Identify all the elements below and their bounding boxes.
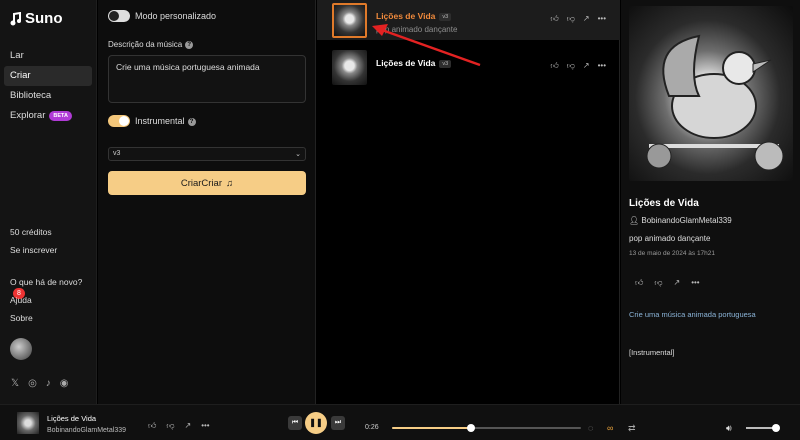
sidebar: Suno Lar Criar Biblioteca Explorar BETA 5…: [0, 0, 97, 404]
detail-user[interactable]: 👤︎ BobinandoGlamMetal339: [629, 216, 732, 225]
sidebar-item-label: Criar: [10, 70, 31, 81]
version-value: v3: [113, 150, 121, 157]
song-thumbnail[interactable]: [332, 3, 367, 38]
loading-icon: ◌: [588, 423, 594, 433]
share-icon[interactable]: ↗: [583, 61, 590, 71]
detail-title: Lições de Vida: [629, 198, 699, 209]
more-icon[interactable]: •••: [691, 278, 699, 288]
thumbs-down-icon[interactable]: 👎︎: [567, 61, 575, 71]
thumbs-down-icon[interactable]: 👎︎: [654, 278, 662, 288]
help-circle-icon[interactable]: ?: [187, 117, 196, 126]
pause-button[interactable]: ❚❚: [305, 412, 327, 434]
music-note-icon: ♫: [226, 177, 234, 189]
song-actions: 👍︎ 👎︎ ↗ •••: [550, 61, 606, 71]
detail-prompt: Crie uma música animada portuguesa: [629, 310, 756, 319]
progress-fill: [392, 427, 472, 429]
create-panel: Modo personalizado Descrição da música? …: [98, 0, 316, 404]
app-name: Suno: [25, 10, 63, 27]
custom-mode-toggle[interactable]: [108, 10, 130, 22]
player-title[interactable]: Lições de Vida: [47, 414, 96, 423]
suno-logo[interactable]: Suno: [10, 10, 63, 27]
sidebar-item-label: Lar: [10, 50, 24, 61]
detail-user-name: BobinandoGlamMetal339: [641, 216, 732, 225]
instrumental-label: Instrumental?: [135, 116, 196, 126]
player-actions: 👍︎ 👎︎ ↗ •••: [148, 421, 210, 431]
sidebar-item-biblioteca[interactable]: Biblioteca: [4, 86, 92, 106]
shuffle-icon[interactable]: ⇄: [628, 423, 636, 434]
share-icon[interactable]: ↗: [583, 14, 590, 24]
sidebar-item-label: Biblioteca: [10, 90, 52, 101]
thumbs-down-icon[interactable]: 👎︎: [567, 14, 575, 24]
user-icon: 👤︎: [629, 216, 642, 225]
player-bar: Lições de Vida BobinandoGlamMetal339 👍︎ …: [0, 404, 800, 440]
custom-mode-label: Modo personalizado: [135, 11, 217, 21]
thumbs-up-icon[interactable]: 👍︎: [635, 278, 643, 288]
more-icon[interactable]: •••: [598, 14, 606, 24]
share-icon[interactable]: ↗: [674, 278, 681, 288]
description-input[interactable]: Crie uma música portuguesa animada: [108, 55, 306, 103]
instagram-icon[interactable]: ◎: [28, 378, 37, 389]
previous-icon[interactable]: ⏮: [288, 416, 302, 430]
volume-knob[interactable]: [771, 424, 780, 432]
sidebar-item-criar[interactable]: Criar: [4, 66, 92, 86]
sidebar-item-explorar[interactable]: Explorar BETA: [4, 106, 92, 126]
cover-art: [629, 6, 793, 181]
music-note-logo-icon: [10, 11, 21, 25]
more-icon[interactable]: •••: [201, 421, 209, 431]
discord-icon[interactable]: ◉: [60, 378, 69, 389]
sidebar-nav: Lar Criar Biblioteca Explorar BETA: [4, 46, 92, 126]
song-detail-panel: Lições de Vida 👤︎ BobinandoGlamMetal339 …: [621, 0, 800, 404]
thumbs-up-icon[interactable]: 👍︎: [550, 61, 558, 71]
share-icon[interactable]: ↗: [185, 421, 192, 431]
thumbs-up-icon[interactable]: 👍︎: [148, 421, 156, 431]
detail-actions: 👍︎ 👎︎ ↗ •••: [635, 278, 700, 288]
red-arrow-annotation: [372, 24, 481, 67]
volume-slider[interactable]: [746, 424, 780, 432]
create-button-label: CriarCriar: [180, 177, 223, 189]
help-circle-icon[interactable]: ?: [185, 40, 194, 49]
sidebar-item-lar[interactable]: Lar: [4, 46, 92, 66]
loop-icon[interactable]: ∞: [607, 423, 613, 433]
chevron-down-icon: ⌄: [295, 151, 301, 158]
sidebar-item-label: Explorar: [10, 110, 46, 121]
instrumental-toggle[interactable]: [108, 115, 130, 127]
elapsed-time: 0:26: [365, 424, 379, 431]
player-user[interactable]: BobinandoGlamMetal339: [47, 427, 126, 434]
thumbs-up-icon[interactable]: 👍︎: [550, 14, 558, 24]
progress-bar[interactable]: [392, 424, 581, 432]
avatar[interactable]: [10, 338, 32, 360]
create-button[interactable]: CriarCriar ♫: [108, 171, 306, 195]
detail-date: 13 de maio de 2024 às 17h21: [629, 250, 716, 257]
bird-illustration: [646, 34, 784, 171]
song-thumbnail[interactable]: [332, 50, 367, 85]
next-icon[interactable]: ⏭: [331, 416, 345, 430]
player-thumbnail[interactable]: [17, 412, 39, 434]
whats-new-label: O que há de novo?: [10, 277, 83, 287]
instrumental-label-text: Instrumental: [135, 116, 185, 126]
description-label: Descrição da música?: [108, 40, 194, 49]
subscribe-link[interactable]: Se inscrever: [10, 245, 57, 255]
credits-count: 50 créditos: [10, 227, 52, 237]
social-links: 𝕏 ◎ ♪ ◉: [11, 378, 69, 389]
detail-lyrics: [Instrumental]: [629, 348, 675, 357]
help-link[interactable]: Ajuda: [10, 295, 32, 305]
version-select[interactable]: v3 ⌄: [108, 147, 306, 161]
tiktok-icon[interactable]: ♪: [46, 378, 51, 389]
beta-badge: BETA: [49, 111, 72, 121]
detail-genre: pop animado dançante: [629, 234, 711, 243]
song-actions: 👍︎ 👎︎ ↗ •••: [550, 14, 606, 24]
volume-icon[interactable]: 🔊︎: [726, 423, 732, 434]
about-link[interactable]: Sobre: [10, 313, 33, 323]
progress-knob[interactable]: [467, 424, 476, 432]
more-icon[interactable]: •••: [598, 61, 606, 71]
x-twitter-icon[interactable]: 𝕏: [11, 378, 19, 389]
description-label-text: Descrição da música: [108, 40, 183, 49]
thumbs-down-icon[interactable]: 👎︎: [166, 421, 174, 431]
